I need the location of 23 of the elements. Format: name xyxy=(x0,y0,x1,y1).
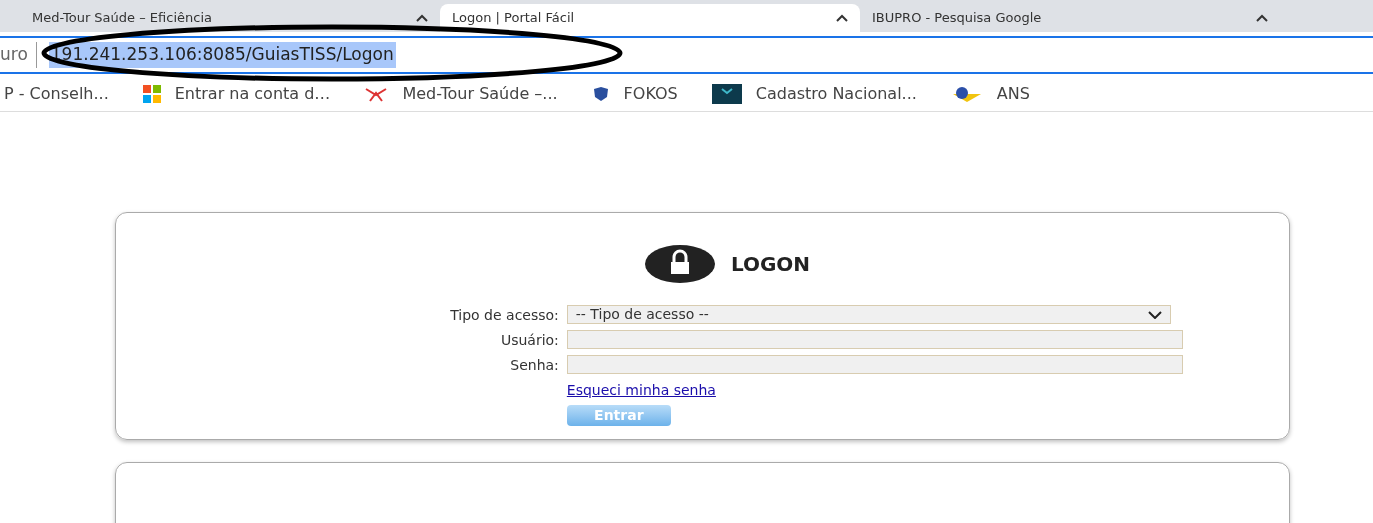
field-label: Tipo de acesso: xyxy=(450,306,559,325)
forgot-password-link[interactable]: Esqueci minha senha xyxy=(566,380,1183,401)
security-label: uro xyxy=(0,42,37,68)
browser-tab[interactable]: Logon | Portal Fácil xyxy=(440,4,860,32)
caret-icon[interactable] xyxy=(1256,14,1268,22)
caret-icon[interactable] xyxy=(416,14,428,22)
field-label: Usuário: xyxy=(499,331,559,350)
windows-icon xyxy=(142,84,161,103)
password-field[interactable] xyxy=(566,355,1183,374)
bookmark-link[interactable]: Med-Tour Saúde –... xyxy=(402,81,558,106)
bookmark-link[interactable]: Cadastro Nacional... xyxy=(755,81,917,106)
access-type-select[interactable]: -- Tipo de acesso -- xyxy=(566,305,1171,324)
shield-icon xyxy=(591,85,610,102)
bookmark-link[interactable]: FOKOS xyxy=(623,81,678,106)
lock-icon xyxy=(644,245,715,283)
field-label: Senha: xyxy=(509,356,559,375)
username-field[interactable] xyxy=(566,330,1183,349)
bookmark-link[interactable]: P - Conselh... xyxy=(4,81,109,106)
bookmark-link[interactable]: ANS xyxy=(996,81,1030,106)
bookmark-link[interactable]: Entrar na conta d… xyxy=(174,81,331,106)
caret-icon[interactable] xyxy=(836,14,848,22)
chevron-icon xyxy=(1147,310,1162,319)
logon-title: LOGON xyxy=(730,251,811,278)
